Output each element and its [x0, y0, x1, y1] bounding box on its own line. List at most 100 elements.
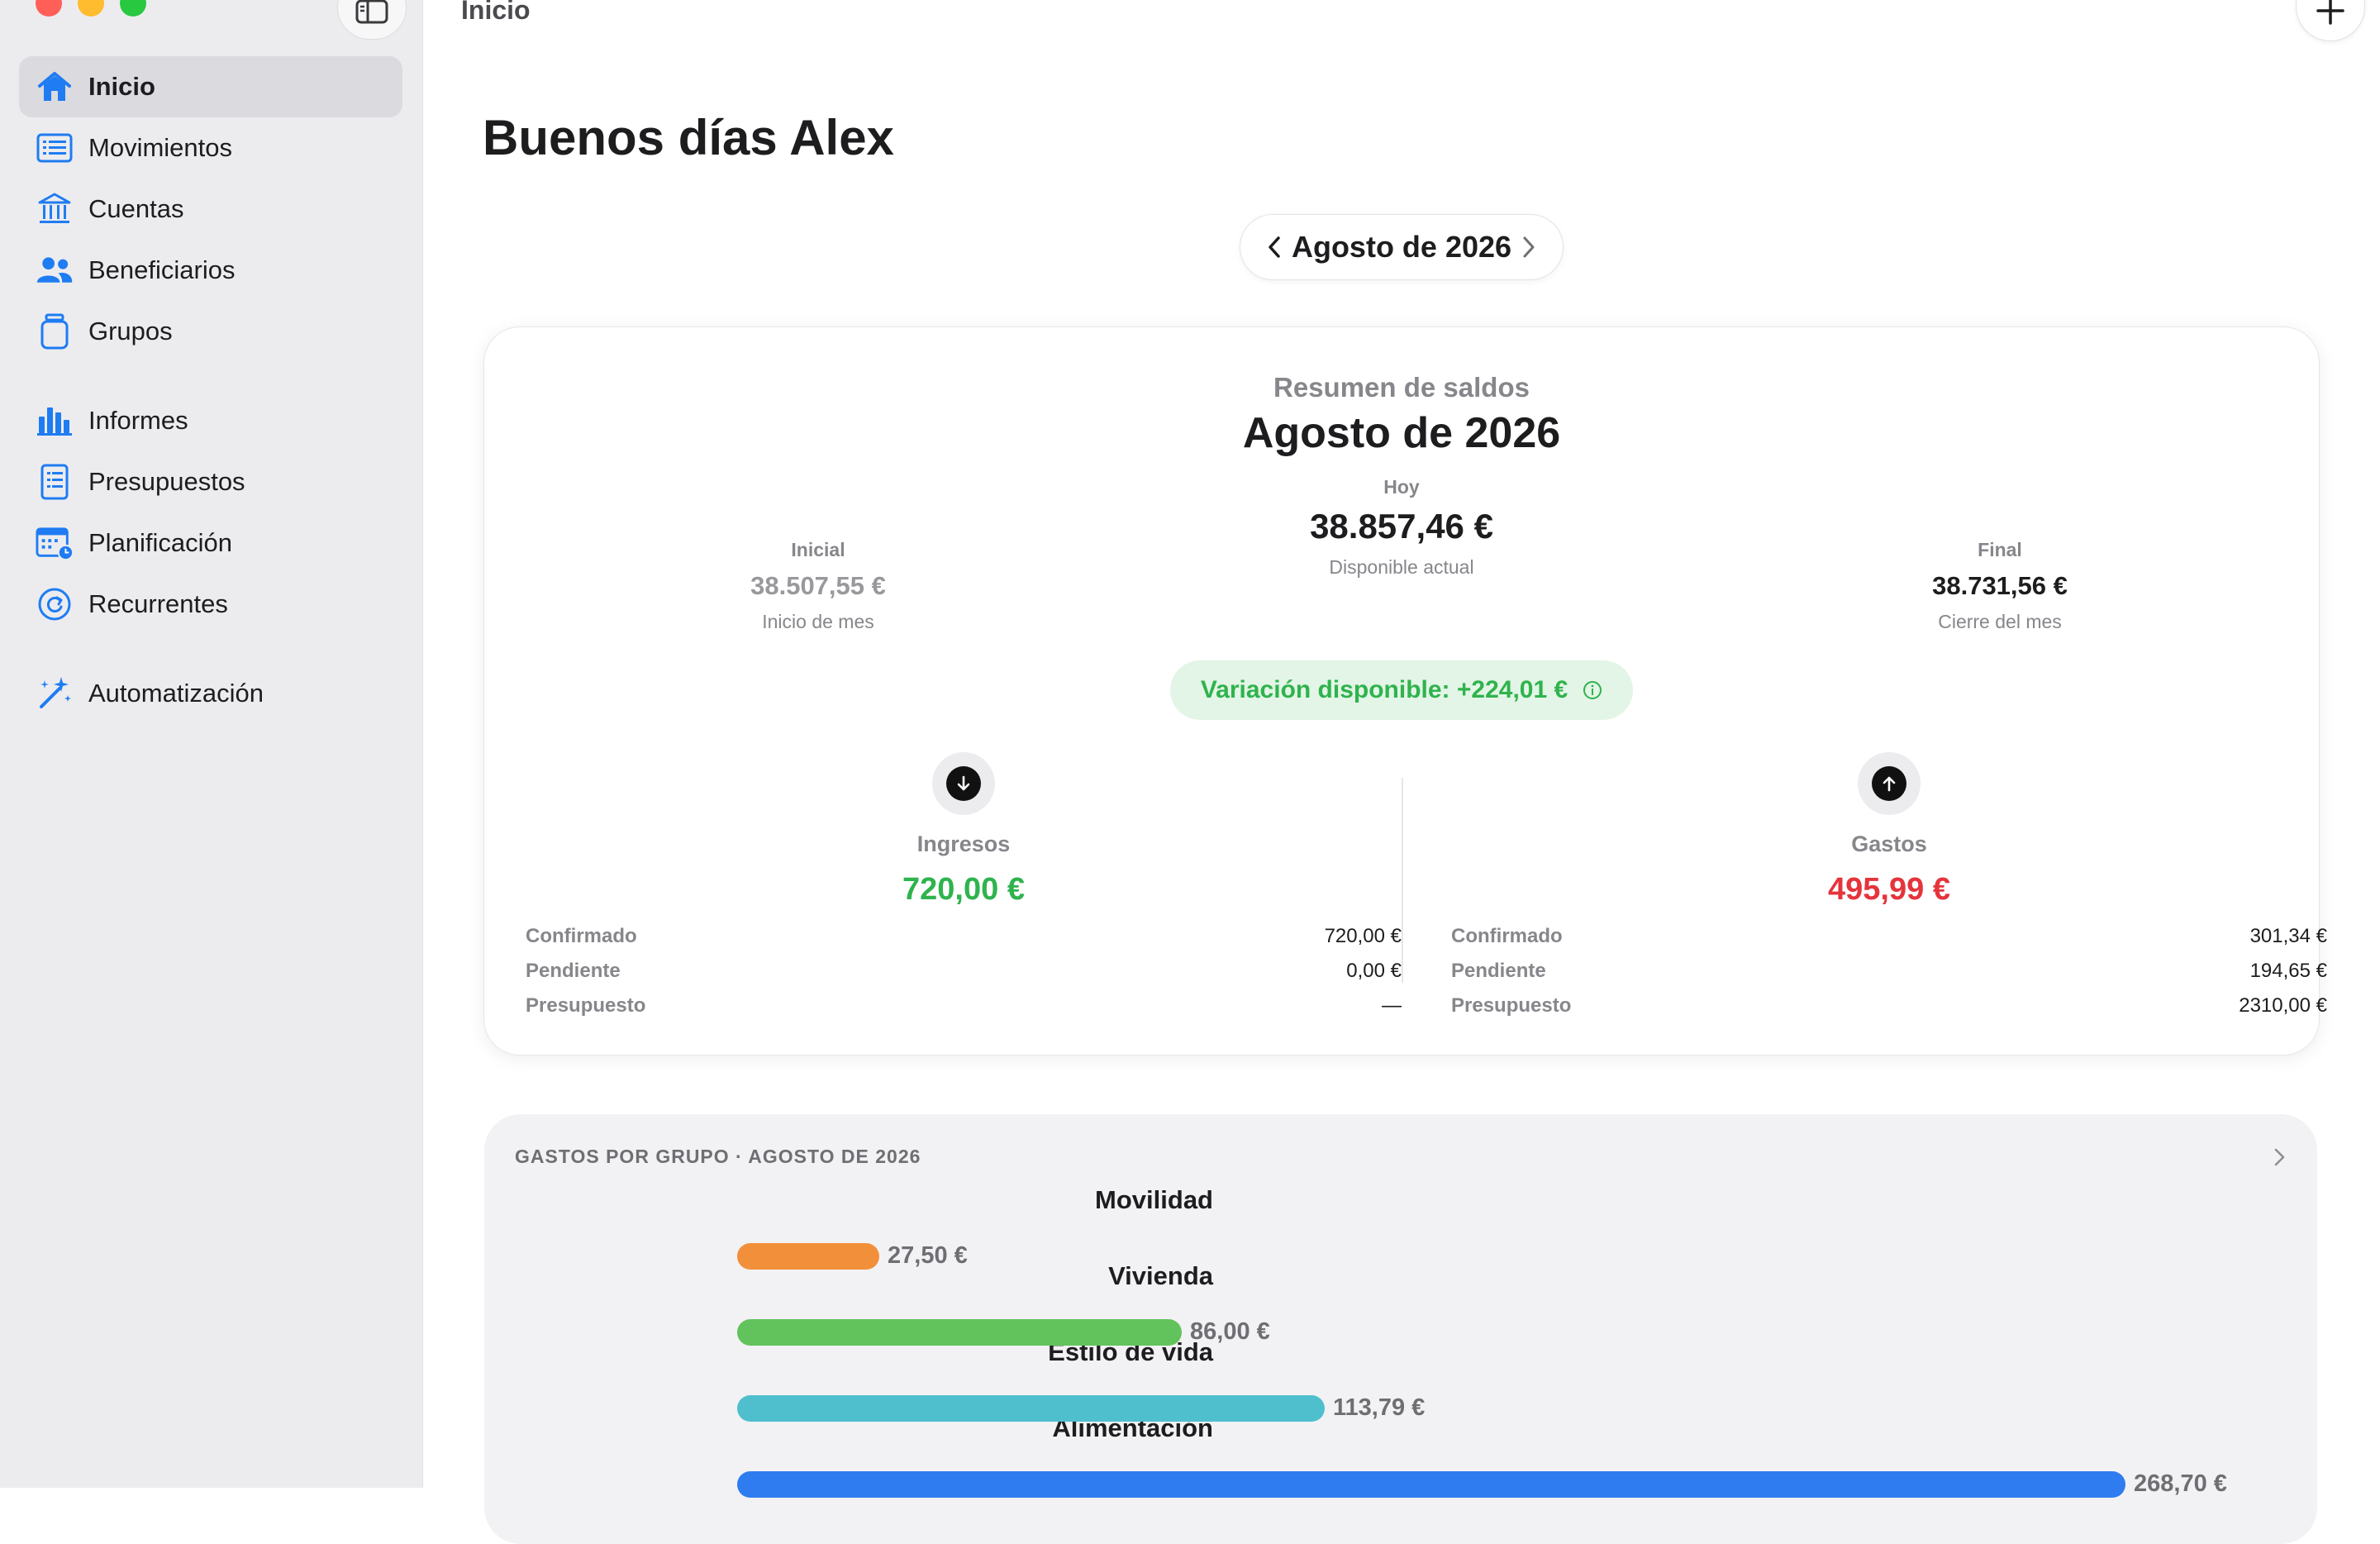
row-value: 0,00 €	[1346, 960, 1402, 982]
house-icon	[36, 68, 74, 106]
info-icon[interactable]	[1583, 680, 1602, 700]
month-picker: Agosto de 2026	[1240, 214, 1564, 280]
income-value: 720,00 €	[902, 872, 1025, 907]
month-label: Agosto de 2026	[1291, 230, 1512, 264]
summary-title: Agosto de 2026	[1242, 409, 1561, 457]
income-row-budget: Presupuesto —	[526, 989, 1402, 1023]
chevron-right-icon[interactable]	[2268, 1146, 2291, 1169]
row-label: Confirmado	[1451, 925, 1563, 947]
final-balance-caption: Cierre del mes	[1938, 611, 2062, 632]
expenses-row-pending: Pendiente 194,65 €	[1451, 954, 2327, 989]
close-window-button[interactable]	[36, 0, 62, 17]
sidebar: Inicio Movimientos Cuentas Beneficiarios…	[0, 0, 423, 1488]
sidebar-item-grupos[interactable]: Grupos	[19, 301, 402, 362]
sidebar-item-movimientos[interactable]: Movimientos	[19, 117, 402, 179]
sidebar-item-label: Planificación	[88, 528, 233, 557]
next-month-button[interactable]	[1516, 235, 1541, 260]
expenses-label: Gastos	[1851, 832, 1927, 856]
sidebar-item-label: Recurrentes	[88, 589, 228, 618]
group-bar	[737, 1471, 2125, 1498]
sidebar-item-label: Informes	[88, 406, 188, 435]
initial-balance-caption: Inicio de mes	[762, 611, 874, 632]
expenses-value: 495,99 €	[1828, 872, 1950, 907]
initial-balance-value: 38.507,55 €	[750, 571, 886, 600]
sidebar-item-label: Beneficiarios	[88, 255, 236, 284]
plus-icon	[2316, 0, 2344, 25]
sidebar-item-inicio[interactable]: Inicio	[19, 56, 402, 117]
bank-icon	[36, 190, 74, 228]
sidebar-item-label: Inicio	[88, 72, 155, 101]
row-value: 194,65 €	[2249, 960, 2327, 982]
arrow-down-icon	[957, 775, 970, 791]
today-balance: Hoy 38.857,46 € Disponible actual	[1228, 476, 1575, 579]
row-value: —	[1382, 994, 1402, 1017]
sidebar-item-label: Grupos	[88, 317, 173, 345]
sidebar-item-label: Movimientos	[88, 133, 232, 162]
group-name: Vivienda	[1108, 1261, 1213, 1290]
magic-wand-icon	[36, 674, 74, 712]
row-value: 720,00 €	[1324, 925, 1402, 947]
row-label: Pendiente	[1451, 960, 1546, 982]
group-amount: 27,50 €	[888, 1242, 968, 1269]
window-controls	[36, 0, 146, 17]
income-row-pending: Pendiente 0,00 €	[526, 954, 1402, 989]
groups-header: GASTOS POR GRUPO · AGOSTO DE 2026	[515, 1146, 921, 1167]
sidebar-item-informes[interactable]: Informes	[19, 390, 402, 451]
sidebar-item-presupuestos[interactable]: Presupuestos	[19, 451, 402, 512]
sidebar-toggle-button[interactable]	[337, 0, 407, 40]
initial-balance: Inicial 38.507,55 € Inicio de mes	[645, 539, 992, 633]
group-amount: 113,79 €	[1333, 1394, 1426, 1421]
calendar-clock-icon	[36, 524, 74, 562]
summary-subtitle: Resumen de saldos	[1273, 372, 1530, 403]
row-label: Confirmado	[526, 925, 637, 947]
today-balance-caption: Disponible actual	[1329, 556, 1474, 578]
sidebar-item-planificacion[interactable]: Planificación	[19, 512, 402, 574]
variation-badge[interactable]: Variación disponible: +224,01 €	[1170, 660, 1633, 720]
divider	[1402, 778, 1403, 983]
jar-icon	[36, 312, 74, 350]
group-bar	[737, 1319, 1182, 1346]
bar-chart-icon	[36, 402, 74, 440]
final-balance: Final 38.731,56 € Cierre del mes	[1826, 539, 2173, 633]
people-icon	[36, 251, 74, 289]
row-label: Presupuesto	[526, 994, 646, 1017]
group-bar	[737, 1243, 879, 1270]
expenses-indicator	[1858, 752, 1921, 815]
group-row[interactable]: Movilidad	[484, 1185, 2317, 1227]
today-balance-label: Hoy	[1383, 476, 1420, 498]
final-balance-label: Final	[1978, 539, 2022, 560]
income-row-confirmed: Confirmado 720,00 €	[526, 919, 1402, 954]
minimize-window-button[interactable]	[78, 0, 104, 17]
sidebar-item-label: Presupuestos	[88, 467, 245, 496]
group-name: Movilidad	[1095, 1185, 1213, 1214]
row-label: Pendiente	[526, 960, 621, 982]
sidebar-item-automatizacion[interactable]: Automatización	[19, 663, 402, 724]
row-value: 301,34 €	[2249, 925, 2327, 947]
expenses-row-budget: Presupuesto 2310,00 €	[1451, 989, 2327, 1023]
page-title: Buenos días Alex	[483, 110, 894, 165]
window-title: Inicio	[461, 0, 531, 25]
income-indicator	[932, 752, 995, 815]
sidebar-item-beneficiarios[interactable]: Beneficiarios	[19, 240, 402, 301]
sidebar-icon	[355, 0, 388, 24]
previous-month-button[interactable]	[1262, 235, 1287, 260]
recurring-icon	[36, 585, 74, 623]
group-amount: 86,00 €	[1190, 1318, 1270, 1345]
list-icon	[36, 129, 74, 167]
balance-summary-card: Resumen de saldos Agosto de 2026 Inicial…	[483, 326, 2327, 1056]
expenses-by-group-card[interactable]: GASTOS POR GRUPO · AGOSTO DE 2026 Movili…	[484, 1114, 2317, 1544]
row-label: Presupuesto	[1451, 994, 1572, 1017]
income-label: Ingresos	[916, 832, 1011, 856]
sidebar-item-label: Automatización	[88, 679, 264, 708]
group-bar	[737, 1395, 1325, 1422]
final-balance-value: 38.731,56 €	[1932, 571, 2068, 600]
zoom-window-button[interactable]	[120, 0, 146, 17]
sidebar-item-recurrentes[interactable]: Recurrentes	[19, 574, 402, 635]
add-button[interactable]	[2296, 0, 2365, 41]
initial-balance-label: Inicial	[791, 539, 845, 560]
income-section: Ingresos 720,00 € Confirmado 720,00 € Pe…	[526, 752, 1402, 1023]
expenses-row-confirmed: Confirmado 301,34 €	[1451, 919, 2327, 954]
chevron-left-icon	[1269, 236, 1280, 258]
sidebar-item-cuentas[interactable]: Cuentas	[19, 179, 402, 240]
arrow-up-icon	[1883, 776, 1896, 792]
